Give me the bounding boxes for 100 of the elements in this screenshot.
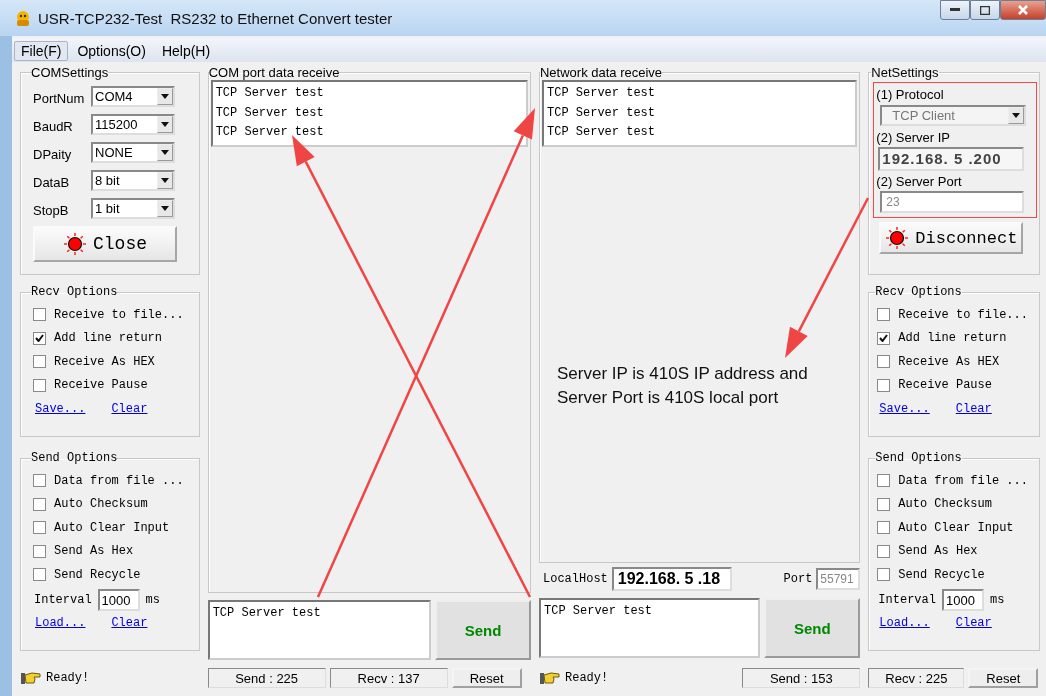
dropdown[interactable]: 115200 xyxy=(91,114,175,135)
menu-item[interactable]: Help(H) xyxy=(154,41,218,61)
checkbox[interactable] xyxy=(33,308,46,322)
unit-label: ms xyxy=(989,592,1005,607)
caret-icon xyxy=(1012,113,1021,118)
toggle-button[interactable]: Disconnect xyxy=(879,222,1024,254)
checkbox-label: Receive Pause xyxy=(54,378,148,393)
received-line: TCP Server test xyxy=(215,124,325,141)
interval-field[interactable]: 1000 xyxy=(97,588,140,611)
dropdown[interactable]: NONE xyxy=(91,142,175,163)
toggle-button[interactable]: Close xyxy=(33,226,177,262)
link[interactable]: Clear xyxy=(111,615,148,630)
field-label: (1) Protocol xyxy=(876,87,945,102)
checkbox[interactable] xyxy=(33,568,46,582)
receive-count: Recv : 225 xyxy=(868,668,965,688)
received-line: TCP Server test xyxy=(215,85,325,102)
annotation-text: Server IP is 410S IP address and Server Port is 410S local port xyxy=(557,363,808,409)
checkbox-label: Auto Clear Input xyxy=(54,520,170,535)
send-count: Send : 153 xyxy=(742,668,861,688)
check-icon xyxy=(879,334,889,343)
reset-button[interactable]: Reset xyxy=(451,668,522,688)
port-field[interactable]: 23 xyxy=(880,191,1025,213)
interval-label: Interval xyxy=(878,592,936,607)
receive-count: Recv : 137 xyxy=(329,668,448,688)
status-light-icon xyxy=(885,226,910,250)
maximize-icon xyxy=(980,5,990,15)
link[interactable]: Clear xyxy=(955,402,992,416)
ip-address-field[interactable]: 192.168. 5 .18 xyxy=(611,567,732,591)
caret-icon xyxy=(161,94,169,99)
checkbox-label: Receive As HEX xyxy=(898,354,1000,369)
minimize-button[interactable] xyxy=(940,0,970,20)
checkbox[interactable] xyxy=(877,355,891,369)
field-label: StopB xyxy=(33,202,70,218)
group-title: Send Options xyxy=(875,451,962,465)
field-label: BaudR xyxy=(33,118,74,134)
checkbox-label: Send Recycle xyxy=(54,567,141,582)
checkbox-label: Receive to file... xyxy=(54,307,184,322)
link[interactable]: Clear xyxy=(111,402,148,416)
field-label: DataB xyxy=(33,174,71,190)
dropdown[interactable]: 8 bit xyxy=(91,170,175,191)
window-title: USR-TCP232-Test RS232 to Ethernet Convert tester xyxy=(38,9,393,27)
group-title: COMSettings xyxy=(31,65,109,80)
checkbox[interactable] xyxy=(877,308,891,322)
group-title: Send Options xyxy=(31,451,118,465)
dropdown[interactable]: 1 bit xyxy=(91,198,175,219)
link[interactable]: Load... xyxy=(879,615,930,630)
checkbox[interactable] xyxy=(877,497,891,511)
send-button[interactable]: Send xyxy=(435,600,531,660)
dropdown[interactable]: COM4 xyxy=(91,86,175,107)
status-message: Ready! xyxy=(565,671,610,685)
caret-icon xyxy=(161,122,169,127)
checkbox-label: Send As Hex xyxy=(898,544,978,559)
checkbox[interactable] xyxy=(877,378,891,392)
checkbox-label: Receive to file... xyxy=(898,307,1028,322)
checkbox[interactable] xyxy=(877,474,891,488)
link[interactable]: Clear xyxy=(955,615,992,630)
minimize-icon xyxy=(950,8,960,12)
checkbox[interactable] xyxy=(877,568,891,582)
send-text-area[interactable]: TCP Server test xyxy=(207,600,431,660)
check-icon xyxy=(35,334,44,343)
menu-item[interactable]: File(F) xyxy=(14,41,69,61)
checkbox[interactable] xyxy=(33,331,46,345)
checkbox-label: Data from file ... xyxy=(898,473,1028,488)
send-text: TCP Server test xyxy=(544,603,653,620)
send-text-area[interactable]: TCP Server test xyxy=(539,598,761,658)
checkbox[interactable] xyxy=(877,331,891,345)
checkbox[interactable] xyxy=(33,497,46,511)
checkbox[interactable] xyxy=(33,544,46,558)
checkbox-label: Add line return xyxy=(54,331,163,346)
checkbox[interactable] xyxy=(33,378,46,392)
checkbox[interactable] xyxy=(33,355,46,369)
checkbox[interactable] xyxy=(33,474,46,488)
interval-field[interactable]: 1000 xyxy=(941,588,984,611)
receive-text-area[interactable]: TCP Server test TCP Server test TCP Server test xyxy=(210,80,528,147)
menu-item[interactable]: Options(O) xyxy=(70,41,153,61)
checkbox-label: Send Recycle xyxy=(898,567,985,582)
ip-address-field[interactable]: 192.168. 5 .200 xyxy=(878,147,1025,171)
link[interactable]: Save... xyxy=(879,402,930,416)
checkbox[interactable] xyxy=(33,521,46,535)
port-field[interactable]: 55791 xyxy=(816,568,861,590)
group-title: Recv Options xyxy=(875,285,962,299)
maximize-button[interactable] xyxy=(970,0,1000,20)
unit-label: ms xyxy=(145,592,160,607)
link[interactable]: Load... xyxy=(35,615,86,630)
checkbox[interactable] xyxy=(877,544,891,558)
send-button[interactable]: Send xyxy=(764,598,861,658)
close-button[interactable] xyxy=(1000,0,1046,20)
received-line: TCP Server test xyxy=(547,124,656,141)
link[interactable]: Save... xyxy=(35,402,86,416)
receive-text-area[interactable]: TCP Server test TCP Server test TCP Server test xyxy=(542,80,858,147)
field-label: (2) Server Port xyxy=(876,174,963,189)
caret-icon xyxy=(161,150,169,155)
pointing-hand-icon xyxy=(539,670,561,686)
port-label: Port xyxy=(783,572,813,586)
reset-button[interactable]: Reset xyxy=(968,668,1039,688)
checkbox-label: Receive As HEX xyxy=(54,354,155,369)
checkbox[interactable] xyxy=(877,521,891,535)
status-light-icon xyxy=(63,232,87,256)
group-title: Network data receive xyxy=(540,65,663,80)
status-message: Ready! xyxy=(46,671,90,685)
